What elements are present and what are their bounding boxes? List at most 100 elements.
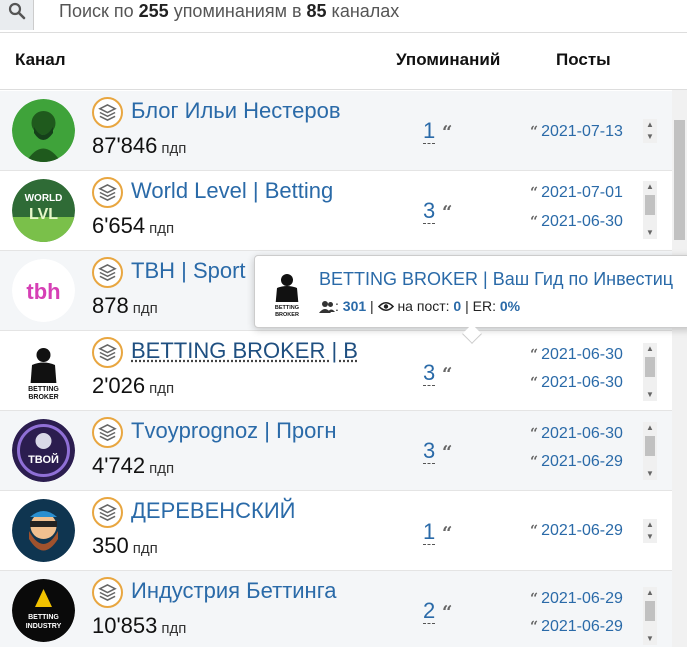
channel-avatar[interactable] bbox=[12, 499, 75, 562]
subscriber-unit: пдп bbox=[161, 140, 187, 157]
scroll-up-arrow-icon[interactable]: ▲ bbox=[646, 424, 654, 432]
table-row: ДЕРЕВЕНСКИЙ 350 пдп 1 “ “2021-06-29 ▲ ▼ bbox=[0, 491, 687, 571]
svg-text:BROKER: BROKER bbox=[28, 394, 58, 401]
scroll-down-arrow-icon[interactable]: ▼ bbox=[646, 635, 654, 643]
svg-text:WORLD: WORLD bbox=[25, 193, 63, 204]
subscriber-value: 6'654 bbox=[92, 213, 146, 238]
subscriber-count: 350 пдп bbox=[92, 532, 158, 563]
post-date: 2021-07-01 bbox=[541, 184, 623, 201]
mention-count-link[interactable]: 2 bbox=[423, 599, 436, 624]
layers-icon bbox=[98, 264, 117, 281]
scroll-down-arrow-icon[interactable]: ▼ bbox=[646, 229, 654, 237]
column-header-channel[interactable]: Канал bbox=[15, 50, 66, 70]
post-date-link[interactable]: “2021-06-29 bbox=[530, 589, 623, 609]
scroll-up-arrow-icon[interactable]: ▲ bbox=[646, 121, 654, 129]
post-date-link[interactable]: “2021-06-30 bbox=[530, 345, 623, 365]
channel-name-link[interactable]: World Level | Betting bbox=[131, 177, 361, 205]
subscriber-count: 10'853 пдп bbox=[92, 612, 186, 643]
channel-avatar[interactable]: BETTING INDUSTRY bbox=[12, 579, 75, 642]
channel-avatar[interactable] bbox=[12, 99, 75, 162]
posts-scrollbar[interactable]: ▲ ▼ bbox=[643, 519, 657, 543]
post-date-link[interactable]: “2021-06-29 bbox=[530, 452, 623, 472]
layers-icon bbox=[98, 584, 117, 601]
subscriber-count: 6'654 пдп bbox=[92, 212, 174, 243]
page-scrollbar[interactable] bbox=[672, 90, 687, 647]
channel-type-badge bbox=[92, 577, 123, 608]
quote-icon: “ bbox=[530, 454, 539, 470]
svg-text:LVL: LVL bbox=[29, 206, 58, 223]
mention-count-link[interactable]: 1 bbox=[423, 520, 436, 545]
scroll-down-arrow-icon[interactable]: ▼ bbox=[646, 470, 654, 478]
channel-type-badge bbox=[92, 497, 123, 528]
post-date-link[interactable]: “2021-06-29 bbox=[530, 521, 623, 541]
channel-avatar[interactable]: BETTING BROKER bbox=[12, 339, 75, 402]
scroll-down-arrow-icon[interactable]: ▼ bbox=[646, 391, 654, 399]
post-date-link[interactable]: “2021-07-01 bbox=[530, 183, 623, 203]
channel-name-link[interactable]: Блог Ильи Нестеров bbox=[131, 97, 361, 125]
mention-count-link[interactable]: 3 bbox=[423, 199, 436, 224]
post-date: 2021-06-29 bbox=[541, 522, 623, 539]
scroll-up-arrow-icon[interactable]: ▲ bbox=[646, 589, 654, 597]
quote-icon: “ bbox=[442, 442, 453, 463]
search-summary-suffix: каналах bbox=[326, 1, 400, 21]
layers-icon bbox=[98, 184, 117, 201]
posts-scrollbar[interactable]: ▲ ▼ bbox=[643, 587, 657, 645]
channel-avatar[interactable]: ТВОЙ bbox=[12, 419, 75, 482]
tooltip-er: 0% bbox=[499, 298, 521, 314]
quote-icon: “ bbox=[442, 523, 453, 544]
channel-name-link[interactable]: Индустрия Беттинга bbox=[131, 577, 361, 605]
scroll-up-arrow-icon[interactable]: ▲ bbox=[646, 521, 654, 529]
post-date-link[interactable]: “2021-07-13 bbox=[530, 122, 623, 142]
column-header-mentions[interactable]: Упоминаний bbox=[396, 50, 500, 70]
post-date: 2021-06-29 bbox=[541, 590, 623, 607]
scroll-thumb[interactable] bbox=[645, 601, 655, 621]
scroll-down-arrow-icon[interactable]: ▼ bbox=[646, 133, 654, 141]
mention-count-link[interactable]: 1 bbox=[423, 119, 436, 144]
tooltip-subscribers: 301 bbox=[342, 298, 367, 314]
scroll-up-arrow-icon[interactable]: ▲ bbox=[646, 183, 654, 191]
subscriber-unit: пдп bbox=[161, 620, 187, 637]
scroll-up-arrow-icon[interactable]: ▲ bbox=[646, 345, 654, 353]
post-date-link[interactable]: “2021-06-30 bbox=[530, 424, 623, 444]
post-date-link[interactable]: “2021-06-30 bbox=[530, 373, 623, 393]
channel-tooltip: BETTING BROKER BETTING BROKER | Ваш Гид … bbox=[254, 255, 687, 344]
tooltip-channel-title-link[interactable]: BETTING BROKER | Ваш Гид по Инвестиц bbox=[319, 268, 673, 290]
channel-avatar[interactable]: WORLD LVL bbox=[12, 179, 75, 242]
channels-total: 85 bbox=[306, 1, 327, 21]
posts-scrollbar[interactable]: ▲ ▼ bbox=[643, 181, 657, 239]
column-header-posts[interactable]: Посты bbox=[556, 50, 611, 70]
scroll-down-arrow-icon[interactable]: ▼ bbox=[646, 533, 654, 541]
channel-avatar[interactable]: tbh bbox=[12, 259, 75, 322]
channel-name-link[interactable]: BETTING BROKER | B bbox=[131, 337, 361, 365]
subscriber-unit: пдп bbox=[132, 540, 158, 557]
channel-type-badge bbox=[92, 337, 123, 368]
search-button[interactable] bbox=[0, 0, 34, 30]
scroll-thumb[interactable] bbox=[645, 436, 655, 456]
subscriber-value: 2'026 bbox=[92, 373, 146, 398]
page-scroll-thumb[interactable] bbox=[674, 120, 685, 240]
posts-scrollbar[interactable]: ▲ ▼ bbox=[643, 119, 657, 143]
post-date-link[interactable]: “2021-06-30 bbox=[530, 212, 623, 232]
quote-icon: “ bbox=[530, 185, 539, 201]
scroll-thumb[interactable] bbox=[645, 357, 655, 377]
mention-count-link[interactable]: 3 bbox=[423, 439, 436, 464]
layers-icon bbox=[98, 104, 117, 121]
subscriber-unit: пдп bbox=[132, 300, 158, 317]
tooltip-channel-avatar: BETTING BROKER bbox=[271, 274, 303, 318]
subscriber-value: 350 bbox=[92, 533, 129, 558]
posts-scrollbar[interactable]: ▲ ▼ bbox=[643, 343, 657, 401]
svg-text:INDUSTRY: INDUSTRY bbox=[26, 623, 62, 630]
layers-icon bbox=[98, 344, 117, 361]
posts-scrollbar[interactable]: ▲ ▼ bbox=[643, 422, 657, 480]
channel-type-badge bbox=[92, 97, 123, 128]
mention-count-link[interactable]: 3 bbox=[423, 361, 436, 386]
channel-name-link[interactable]: ДЕРЕВЕНСКИЙ bbox=[131, 497, 361, 525]
post-date: 2021-06-29 bbox=[541, 618, 623, 635]
subscriber-count: 87'846 пдп bbox=[92, 132, 186, 163]
channel-name-link[interactable]: Tvoyprognoz | Прогн bbox=[131, 417, 361, 445]
scroll-thumb[interactable] bbox=[645, 195, 655, 215]
post-date-link[interactable]: “2021-06-29 bbox=[530, 617, 623, 637]
post-date: 2021-06-30 bbox=[541, 425, 623, 442]
search-summary-middle: упоминаниям в bbox=[168, 1, 307, 21]
search-bar: Поиск по 255 упоминаниям в 85 каналах bbox=[0, 0, 687, 33]
